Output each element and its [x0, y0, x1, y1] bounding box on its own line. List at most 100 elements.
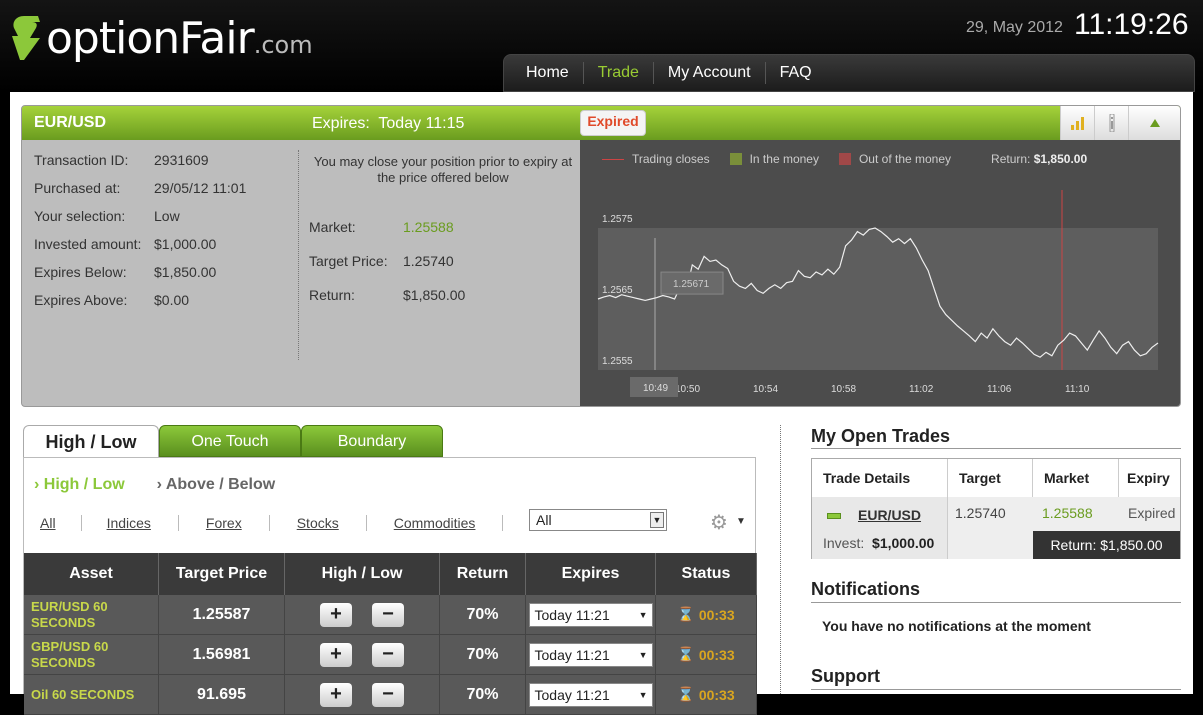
filter-all[interactable]: All: [40, 515, 82, 531]
y-tick-label: 1.2565: [602, 285, 633, 296]
nav-trade[interactable]: Trade: [584, 62, 654, 84]
table-row: EUR/USD 60 SECONDS 1.25587 + − 70% Today …: [24, 595, 757, 635]
open-trade-market: 1.25588: [1042, 505, 1093, 521]
market-row: Market: 1.25588: [309, 219, 454, 235]
assets-table-header: Asset Target Price High / Low Return Exp…: [24, 553, 757, 595]
low-button[interactable]: −: [372, 682, 404, 707]
nav-my-account[interactable]: My Account: [654, 62, 766, 84]
col-high-low: High / Low: [285, 553, 440, 595]
nav-faq[interactable]: FAQ: [766, 62, 826, 84]
logo-mark-icon: [12, 16, 40, 60]
hourglass-icon: ⌛: [677, 646, 695, 662]
tab-one-touch[interactable]: One Touch: [159, 425, 301, 457]
filter-indices[interactable]: Indices: [107, 515, 179, 531]
main-content: EUR/USD Expires: Today 11:15 Expired Tra…: [10, 92, 1193, 715]
chevron-down-icon[interactable]: ▼: [736, 516, 746, 527]
asset-filter-select[interactable]: All ▼: [529, 509, 667, 531]
col-asset: Asset: [24, 553, 159, 595]
asset-target: 1.56981: [159, 635, 285, 674]
position-indicator-icon: [827, 513, 841, 519]
high-button[interactable]: +: [320, 642, 352, 667]
current-date: 29, May 2012: [966, 19, 1063, 36]
open-trades-header: Trade Details Target Market Expiry: [812, 459, 1180, 497]
option-type-tabs: High / Low One Touch Boundary: [23, 425, 443, 457]
open-trades-table: Trade Details Target Market Expiry EUR/U…: [811, 458, 1181, 559]
filter-commodities[interactable]: Commodities: [394, 515, 504, 531]
chevron-down-icon: ▼: [638, 689, 648, 700]
expires-select[interactable]: Today 11:21 ▼: [528, 682, 653, 707]
x-tick-label: 11:02: [909, 384, 934, 395]
hourglass-icon: ⌛: [677, 686, 695, 702]
bar-chart-icon[interactable]: [1060, 106, 1094, 140]
asset-return: 70%: [440, 595, 526, 634]
notifications-message: You have no notifications at the moment: [822, 618, 1091, 634]
open-trade-invest: Invest: $1,000.00: [823, 535, 935, 551]
x-tick-label: 11:10: [1065, 384, 1090, 395]
open-trade-target: 1.25740: [955, 505, 1006, 521]
x-tick-label: 10:58: [831, 384, 856, 395]
main-nav: Home Trade My Account FAQ: [503, 54, 1195, 92]
high-button[interactable]: +: [320, 602, 352, 627]
open-trade-row[interactable]: EUR/USD Invest: $1,000.00 1.25740 1.2558…: [812, 497, 1180, 559]
close-position-note: You may close your position prior to exp…: [313, 154, 573, 185]
y-tick-label: 1.2555: [602, 356, 633, 367]
subtab-above-below[interactable]: › Above / Below: [157, 476, 276, 494]
divider: [811, 448, 1181, 449]
col-target-price: Target Price: [159, 553, 285, 595]
status-badge: Expired: [580, 110, 646, 136]
col-expires: Expires: [526, 553, 656, 595]
hourglass-icon: ⌛: [677, 606, 695, 622]
price-chart: Trading closes In the money Out of the m…: [580, 140, 1180, 406]
col-return: Return: [440, 553, 526, 595]
logo-text: optionFair.com: [46, 12, 313, 64]
return-row: Return: $1,850.00: [309, 287, 466, 303]
tab-high-low[interactable]: High / Low: [23, 425, 159, 457]
asset-status: ⌛ 00:33: [656, 635, 757, 674]
table-row: GBP/USD 60 SECONDS 1.56981 + − 70% Today …: [24, 635, 757, 675]
gear-icon[interactable]: ⚙: [710, 510, 728, 535]
detail-row: Invested amount: $1,000.00: [34, 236, 217, 252]
purchase-price-label: 1.25671: [673, 279, 710, 290]
col-expiry: Expiry: [1127, 470, 1170, 486]
tab-boundary[interactable]: Boundary: [301, 425, 443, 457]
divider: [811, 689, 1181, 690]
chevron-down-icon: ▼: [638, 649, 648, 660]
trade-panel-header: EUR/USD Expires: Today 11:15 Expired: [22, 106, 1180, 140]
high-button[interactable]: +: [320, 682, 352, 707]
notifications-title: Notifications: [811, 579, 921, 599]
detail-row: Purchased at: 29/05/12 11:01: [34, 180, 247, 196]
asset-return: 70%: [440, 675, 526, 714]
panel-view-controls: [1060, 106, 1180, 140]
x-tick-label: 10:50: [675, 384, 700, 395]
trade-details-list: Transaction ID: 2931609 Purchased at: 29/0…: [22, 140, 298, 406]
subtab-high-low[interactable]: › High / Low: [34, 476, 125, 494]
asset-name[interactable]: GBP/USD 60 SECONDS: [24, 635, 159, 674]
chevron-down-icon: ▼: [650, 512, 664, 528]
asset-name[interactable]: Oil 60 SECONDS: [24, 675, 159, 714]
detail-row: Transaction ID: 2931609: [34, 152, 209, 168]
expires-select[interactable]: Today 11:21 ▼: [528, 602, 653, 627]
assets-table: Asset Target Price High / Low Return Exp…: [24, 553, 757, 715]
asset-name[interactable]: EUR/USD 60 SECONDS: [24, 595, 159, 634]
trade-pair: EUR/USD: [34, 114, 107, 131]
filter-stocks[interactable]: Stocks: [297, 515, 367, 531]
open-trade-pair[interactable]: EUR/USD: [858, 507, 921, 523]
logo[interactable]: optionFair.com: [10, 12, 313, 64]
chevron-right-icon: ›: [34, 476, 40, 493]
trade-detail-panel: EUR/USD Expires: Today 11:15 Expired Tra…: [21, 105, 1181, 407]
asset-return: 70%: [440, 635, 526, 674]
filter-forex[interactable]: Forex: [206, 515, 270, 531]
purchase-time-label: 10:49: [643, 383, 668, 394]
collapse-icon[interactable]: [1128, 106, 1180, 140]
low-button[interactable]: −: [372, 642, 404, 667]
asset-target: 91.695: [159, 675, 285, 714]
low-button[interactable]: −: [372, 602, 404, 627]
expires-select[interactable]: Today 11:21 ▼: [528, 642, 653, 667]
x-tick-label: 10:54: [753, 384, 778, 395]
nav-home[interactable]: Home: [512, 62, 584, 84]
divider: [811, 602, 1181, 603]
table-row: Oil 60 SECONDS 91.695 + − 70% Today 11:21…: [24, 675, 757, 715]
assets-panel: › High / Low › Above / Below All Indices…: [23, 457, 757, 715]
info-icon[interactable]: [1094, 106, 1128, 140]
close-position-section: You may close your position prior to exp…: [298, 150, 578, 360]
